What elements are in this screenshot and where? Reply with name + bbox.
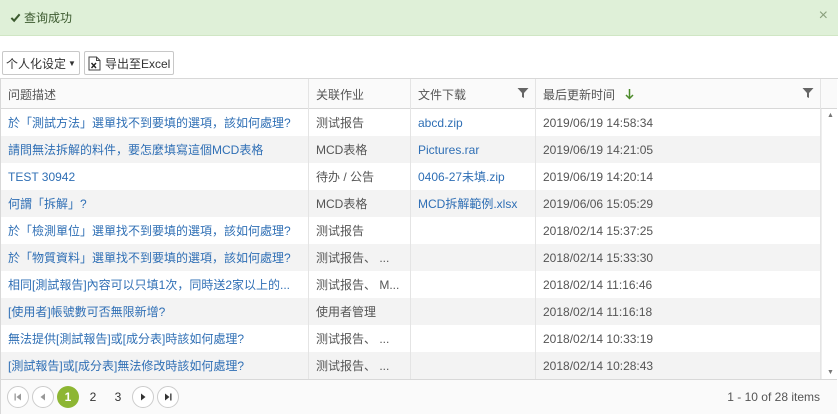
- file-download-link: [411, 298, 536, 325]
- filter-icon[interactable]: [802, 87, 814, 99]
- table-row[interactable]: [測試報告]或[成分表]無法修改時該如何處理? 测试报告、 ... 2018/02/…: [1, 352, 821, 379]
- personalize-label: 个人化设定: [6, 56, 67, 71]
- table-row[interactable]: TEST 30942 待办 / 公告 0406-27未填.zip 2019/06/19…: [1, 163, 821, 190]
- check-icon: [10, 12, 21, 23]
- updated-time-cell: 2019/06/06 15:05:29: [536, 190, 821, 217]
- column-header-job[interactable]: 关联作业: [309, 79, 411, 109]
- table-row[interactable]: 無法提供[測試報告]或[成分表]時該如何處理? 测试报告、 ... 2018/02/…: [1, 325, 821, 352]
- file-download-link[interactable]: Pictures.rar: [411, 136, 536, 163]
- next-page-icon: [141, 393, 146, 401]
- question-link[interactable]: 於「物質資料」選單找不到要填的選項，該如何處理?: [1, 244, 309, 271]
- grid-body: 於「測試方法」選單找不到要填的選項，該如何處理? 测试报告 abcd.zip 2019…: [1, 109, 821, 379]
- file-download-link: [411, 217, 536, 244]
- table-row[interactable]: 請問無法拆解的料件，要怎麼填寫這個MCD表格 MCD表格 Pictures.rar 2…: [1, 136, 821, 163]
- related-job-cell: 使用者管理: [309, 298, 411, 325]
- file-download-link[interactable]: abcd.zip: [411, 109, 536, 136]
- updated-time-cell: 2019/06/19 14:58:34: [536, 109, 821, 136]
- last-page-button[interactable]: [157, 386, 179, 408]
- updated-time-cell: 2018/02/14 11:16:18: [536, 298, 821, 325]
- related-job-cell: 测试报告、 M...: [309, 271, 411, 298]
- file-download-link: [411, 271, 536, 298]
- file-download-link: [411, 352, 536, 379]
- personalize-dropdown[interactable]: 个人化设定 ▼: [2, 51, 80, 75]
- file-download-link[interactable]: MCD拆解範例.xlsx: [411, 190, 536, 217]
- first-page-icon: [14, 393, 21, 401]
- updated-time-cell: 2018/02/14 11:16:46: [536, 271, 821, 298]
- scroll-down-icon[interactable]: ▼: [827, 369, 834, 376]
- close-icon[interactable]: ×: [819, 8, 828, 24]
- page-3-button[interactable]: 3: [107, 386, 129, 408]
- table-row[interactable]: [使用者]帳號數可否無限新增? 使用者管理 2018/02/14 11:16:18: [1, 298, 821, 325]
- grid-header: 问题描述 关联作业 文件下载 最后更新时间: [1, 79, 837, 109]
- file-download-link[interactable]: 0406-27未填.zip: [411, 163, 536, 190]
- file-download-link: [411, 325, 536, 352]
- updated-time-cell: 2018/02/14 10:28:43: [536, 352, 821, 379]
- export-label: 导出至Excel: [104, 56, 171, 71]
- updated-time-cell: 2018/02/14 15:33:30: [536, 244, 821, 271]
- updated-time-cell: 2019/06/19 14:21:05: [536, 136, 821, 163]
- related-job-cell: 测试报告、 ...: [309, 244, 411, 271]
- related-job-cell: 测试报告: [309, 109, 411, 136]
- pager-info: 1 - 10 of 28 items: [727, 390, 820, 404]
- file-download-link: [411, 244, 536, 271]
- success-alert: 查询成功 ×: [0, 0, 838, 36]
- related-job-cell: 测试报告: [309, 217, 411, 244]
- question-link[interactable]: 請問無法拆解的料件，要怎麼填寫這個MCD表格: [1, 136, 309, 163]
- question-link[interactable]: TEST 30942: [1, 163, 309, 190]
- vertical-scrollbar[interactable]: ▲ ▼: [821, 109, 837, 379]
- scroll-up-icon[interactable]: ▲: [827, 112, 834, 119]
- caret-down-icon: ▼: [68, 58, 76, 68]
- table-row[interactable]: 於「測試方法」選單找不到要填的選項，該如何處理? 测试报告 abcd.zip 2019…: [1, 109, 821, 136]
- table-row[interactable]: 於「物質資料」選單找不到要填的選項，該如何處理? 测试报告、 ... 2018/02…: [1, 244, 821, 271]
- column-header-updated[interactable]: 最后更新时间: [536, 79, 821, 109]
- prev-page-button[interactable]: [32, 386, 54, 408]
- column-header-file[interactable]: 文件下载: [411, 79, 536, 109]
- first-page-button[interactable]: [7, 386, 29, 408]
- question-link[interactable]: 無法提供[測試報告]或[成分表]時該如何處理?: [1, 325, 309, 352]
- related-job-cell: 待办 / 公告: [309, 163, 411, 190]
- question-link[interactable]: 於「測試方法」選單找不到要填的選項，該如何處理?: [1, 109, 309, 136]
- question-link[interactable]: 何謂「拆解」?: [1, 190, 309, 217]
- page-1-button[interactable]: 1: [57, 386, 79, 408]
- filter-icon[interactable]: [517, 87, 529, 99]
- alert-message: 查询成功: [24, 11, 73, 25]
- export-excel-button[interactable]: 导出至Excel: [83, 51, 175, 75]
- table-row[interactable]: 於「檢測單位」選單找不到要填的選項，該如何處理? 测试报告 2018/02/14 1…: [1, 217, 821, 244]
- page-2-button[interactable]: 2: [82, 386, 104, 408]
- toolbar: 个人化设定 ▼ 导出至Excel: [0, 48, 838, 78]
- related-job-cell: 测试报告、 ...: [309, 352, 411, 379]
- question-link[interactable]: 相同[測試報告]內容可以只填1次，同時送2家以上的...: [1, 271, 309, 298]
- last-page-icon: [165, 393, 172, 401]
- table-row[interactable]: 相同[測試報告]內容可以只填1次，同時送2家以上的... 测试报告、 M... 20…: [1, 271, 821, 298]
- table-row[interactable]: 何謂「拆解」? MCD表格 MCD拆解範例.xlsx 2019/06/06 15:05…: [1, 190, 821, 217]
- question-link[interactable]: [使用者]帳號數可否無限新增?: [1, 298, 309, 325]
- next-page-button[interactable]: [132, 386, 154, 408]
- related-job-cell: 测试报告、 ...: [309, 325, 411, 352]
- related-job-cell: MCD表格: [309, 190, 411, 217]
- question-link[interactable]: 於「檢測單位」選單找不到要填的選項，該如何處理?: [1, 217, 309, 244]
- related-job-cell: MCD表格: [309, 136, 411, 163]
- faq-grid: 问题描述 关联作业 文件下载 最后更新时间 於「測試方法」選單找不到要填的選項，…: [0, 78, 838, 414]
- updated-time-cell: 2018/02/14 15:37:25: [536, 217, 821, 244]
- column-header-question[interactable]: 问题描述: [1, 79, 309, 109]
- updated-time-cell: 2018/02/14 10:33:19: [536, 325, 821, 352]
- question-link[interactable]: [測試報告]或[成分表]無法修改時該如何處理?: [1, 352, 309, 379]
- pager: 1 2 3 1 - 10 of 28 items: [1, 379, 837, 414]
- excel-file-icon: [88, 56, 101, 71]
- sort-descending-icon[interactable]: [625, 88, 634, 100]
- prev-page-icon: [40, 393, 45, 401]
- updated-time-cell: 2019/06/19 14:20:14: [536, 163, 821, 190]
